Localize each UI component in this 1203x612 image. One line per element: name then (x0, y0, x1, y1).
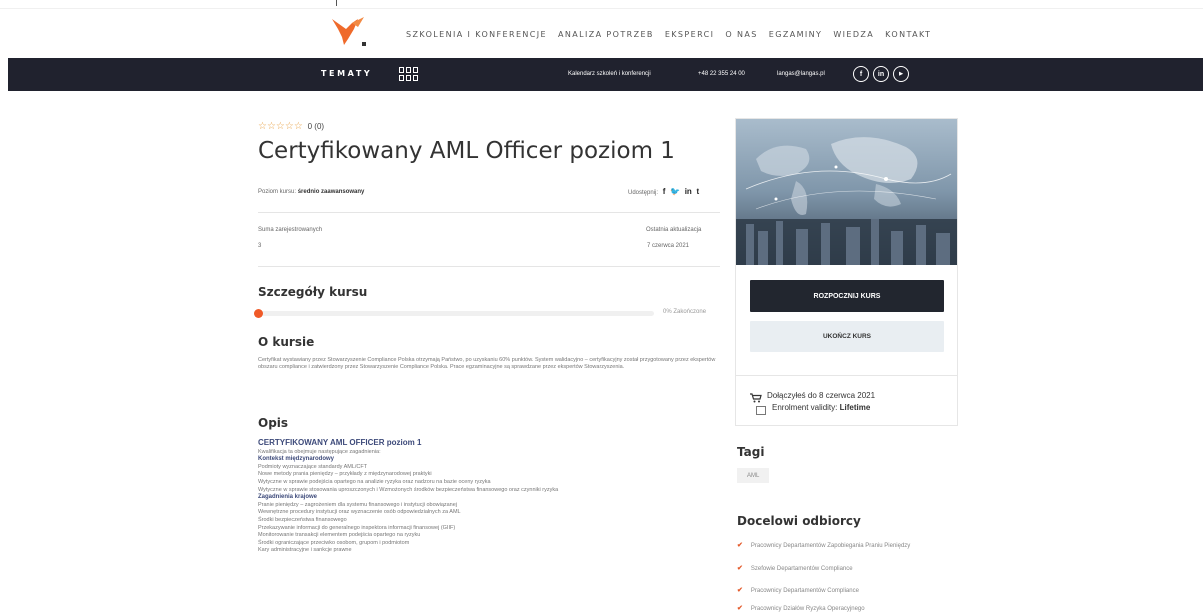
audience-item: ✔ Pracownicy Departamentów Compliance (737, 587, 859, 594)
calendar-link[interactable]: Kalendarz szkoleń i konferencji (568, 71, 651, 77)
youtube-icon[interactable]: ▶ (893, 66, 909, 82)
progress-handle (254, 309, 263, 318)
updated-value: 7 czerwca 2021 (647, 243, 690, 249)
email-link[interactable]: langas@langas.pl (777, 71, 825, 77)
nav-item-analiza[interactable]: ANALIZA POTRZEB (558, 30, 654, 39)
rating-count: 0 (0) (307, 122, 325, 131)
calendar-icon (756, 406, 766, 415)
check-icon: ✔ (737, 605, 743, 612)
description-subheading: CERTYFIKOWANY AML OFFICER poziom 1 (258, 438, 422, 447)
enrolled-label: Suma zarejestrowanych (258, 227, 323, 233)
course-title: Certyfikowany AML Officer poziom 1 (258, 138, 675, 164)
divider (736, 375, 957, 376)
progress-label: 0% Zakończone (663, 309, 707, 315)
nav-item-egzaminy[interactable]: EGZAMINY (769, 30, 823, 39)
about-heading: O kursie (258, 335, 315, 349)
check-icon: ✔ (737, 542, 743, 549)
share: Udostępnij: f 🐦 in t (628, 187, 700, 196)
main-nav: SZKOLENIA I KONFERENCJE ANALIZA POTRZEB … (406, 30, 931, 39)
linkedin-icon[interactable]: in (873, 66, 889, 82)
topics-link[interactable]: TEMATY (321, 69, 372, 78)
details-heading: Szczegóły kursu (258, 285, 368, 299)
check-icon: ✔ (737, 587, 743, 594)
world-map-image (736, 119, 957, 265)
audience-item: ✔ Pracownicy Departamentów Zapobiegania P… (737, 542, 911, 549)
audience-heading: Docelowi odbiorcy (737, 514, 861, 528)
updated-label: Ostatnia aktualizacja (646, 227, 702, 233)
tag-aml[interactable]: AML (737, 468, 770, 483)
description-item: Monitorowanie transakcji elementem podej… (258, 532, 421, 539)
facebook-icon[interactable]: f (853, 66, 869, 82)
description-item: Pranie pieniędzy – zagrożeniem dla syste… (258, 501, 458, 508)
bird-logo-icon[interactable] (328, 15, 372, 49)
tags-heading: Tagi (737, 445, 765, 459)
twitter-share-icon[interactable]: 🐦 (670, 187, 680, 196)
phone-link[interactable]: +48 22 355 24 00 (698, 71, 745, 77)
description-item: Wytyczne w sprawie stosowania uproszczon… (258, 486, 559, 493)
nav-item-kontakt[interactable]: KONTAKT (885, 30, 931, 39)
enrolment-validity: Enrolment validity: Lifetime (772, 403, 871, 412)
description-item: Wytyczne w sprawie podejścia opartego na… (258, 479, 491, 485)
divider (258, 266, 720, 267)
description-item: Kary administracyjne i sankcje prawne (258, 547, 352, 554)
audience-item: ✔ Szefowie Departamentów Compliance (737, 565, 853, 572)
description-item: Przekazywanie informacji do generalnego … (258, 524, 456, 531)
description-subheading: Kontekst międzynarodowy (258, 456, 335, 463)
start-course-button[interactable]: ROZPOCZNIJ KURS (750, 280, 944, 312)
about-text: Certyfikat wystawiany przez Stowarzyszen… (258, 357, 716, 370)
description-item: Środki bezpieczeństwa finansowego (258, 517, 347, 523)
course-card: ROZPOCZNIJ KURS UKOŃCZ KURS Dołączyłeś d… (735, 118, 958, 426)
progress-bar (254, 309, 654, 318)
nav-item-eksperci[interactable]: EKSPERCI (665, 30, 715, 39)
site-header: SZKOLENIA I KONFERENCJE ANALIZA POTRZEB … (0, 12, 1203, 56)
cursor-mark (336, 0, 337, 6)
course-image (736, 119, 957, 265)
nav-item-o-nas[interactable]: O NAS (725, 30, 757, 39)
description-item: Kwalifikacja ta obejmuje następujące zag… (258, 448, 381, 455)
nav-item-szkolenia[interactable]: SZKOLENIA I KONFERENCJE (406, 30, 547, 39)
divider (258, 212, 720, 213)
description-item: Nowe metody prania pieniędzy – przykłady… (258, 471, 432, 478)
grid-menu-icon[interactable] (399, 67, 419, 82)
description-subheading: Zagadnienia krajowe (258, 494, 318, 501)
enrolled-value: 3 (258, 243, 262, 249)
rating: ☆☆☆☆☆ 0 (0) (258, 121, 324, 132)
description-item: Podmioty wyznaczające standardy AML/CFT (258, 463, 368, 470)
description-item: Wewnętrzne procedury instytucji oraz wyz… (258, 509, 461, 516)
linkedin-share-icon[interactable]: in (685, 187, 692, 196)
finish-course-button[interactable]: UKOŃCZ KURS (750, 321, 944, 352)
nav-item-wiedza[interactable]: WIEDZA (833, 30, 874, 39)
rating-stars-icon[interactable]: ☆☆☆☆☆ (258, 121, 303, 132)
topics-bar: TEMATY Kalendarz szkoleń i konferencji +… (8, 58, 1203, 91)
cart-icon (750, 393, 762, 403)
audience-item: ✔ Pracownicy Działów Ryzyka Operacyjnego (737, 605, 865, 612)
tumblr-share-icon[interactable]: t (696, 187, 699, 196)
description-item: Środki ograniczające przeciwko osobom, g… (258, 539, 410, 546)
top-edge (0, 0, 1203, 12)
facebook-share-icon[interactable]: f (663, 187, 666, 196)
joined-date: Dołączyłeś do 8 czerwca 2021 (767, 391, 876, 400)
description-heading: Opis (258, 416, 289, 430)
course-level: Poziom kursu: średnio zaawansowany (258, 189, 365, 195)
check-icon: ✔ (737, 565, 743, 572)
